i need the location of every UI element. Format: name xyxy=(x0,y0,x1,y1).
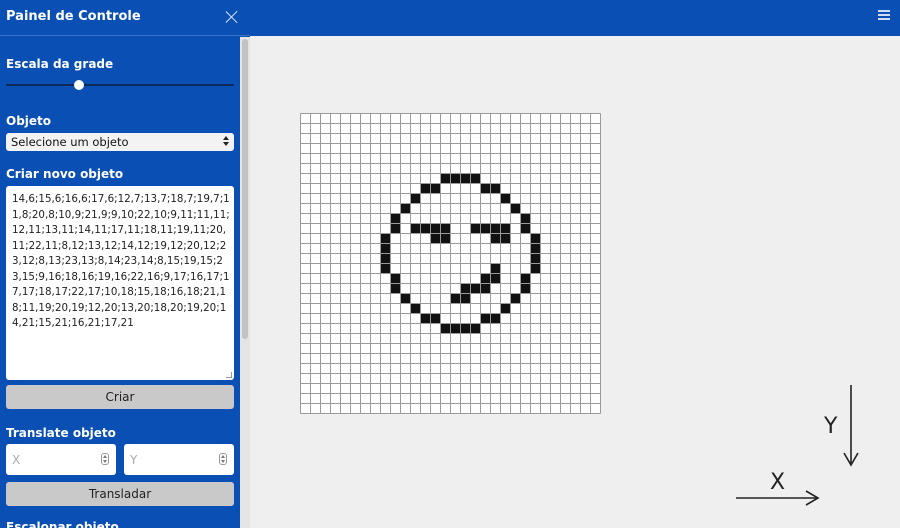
filled-cell xyxy=(390,283,401,294)
grid-scale-label: Escala da grade xyxy=(6,57,114,71)
filled-cell xyxy=(380,253,391,264)
object-label: Objeto xyxy=(6,114,52,128)
translate-button[interactable]: Transladar xyxy=(6,482,234,506)
translate-y-placeholder: Y xyxy=(130,453,138,467)
filled-cell xyxy=(410,303,421,314)
slider-thumb[interactable] xyxy=(73,80,84,90)
filled-cell xyxy=(450,323,461,334)
filled-cell xyxy=(530,253,541,264)
panel-header: Painel de Controle xyxy=(0,0,250,36)
filled-cell xyxy=(530,263,541,274)
filled-cell xyxy=(520,273,531,284)
filled-cell xyxy=(440,323,451,334)
filled-cell xyxy=(470,223,481,234)
filled-cell xyxy=(390,273,401,284)
translate-y-input[interactable]: Y xyxy=(124,444,234,475)
filled-cell xyxy=(480,183,491,194)
filled-cell xyxy=(460,293,471,304)
filled-cell xyxy=(470,173,481,184)
filled-cell xyxy=(450,173,461,184)
filled-cell xyxy=(430,233,441,244)
filled-cell xyxy=(520,213,531,224)
filled-cell xyxy=(430,313,441,324)
grid-scale-slider[interactable] xyxy=(6,78,234,92)
filled-cell xyxy=(480,313,491,324)
filled-cell xyxy=(490,273,501,284)
filled-cell xyxy=(430,223,441,234)
filled-cell xyxy=(450,293,461,304)
filled-cell xyxy=(440,233,451,244)
filled-cell xyxy=(420,223,431,234)
filled-cell xyxy=(390,223,401,234)
filled-cell xyxy=(430,183,441,194)
filled-cell xyxy=(460,323,471,334)
filled-cell xyxy=(490,183,501,194)
filled-cell xyxy=(490,313,501,324)
filled-cell xyxy=(390,213,401,224)
create-object-text: 14,6;15,6;16,6;17,6;12,7;13,7;18,7;19,7;… xyxy=(12,193,230,329)
spinner-icon[interactable] xyxy=(101,453,109,465)
pixel-grid[interactable] xyxy=(300,113,601,414)
filled-cell xyxy=(480,283,491,294)
filled-cell xyxy=(490,263,501,274)
filled-cell xyxy=(400,293,411,304)
panel-title: Painel de Controle xyxy=(6,9,141,24)
create-button[interactable]: Criar xyxy=(6,385,234,409)
filled-cell xyxy=(400,203,411,214)
spinner-icon[interactable] xyxy=(219,453,227,465)
filled-cell xyxy=(530,233,541,244)
filled-cell xyxy=(500,303,511,314)
filled-cell xyxy=(420,183,431,194)
filled-cell xyxy=(410,193,421,204)
translate-x-placeholder: X xyxy=(12,453,21,467)
menu-icon[interactable] xyxy=(878,10,890,22)
filled-cell xyxy=(380,243,391,254)
translate-x-input[interactable]: X xyxy=(6,444,116,475)
axis-y-label: Y xyxy=(823,414,838,439)
filled-cell xyxy=(480,223,491,234)
filled-cell xyxy=(500,193,511,204)
filled-cell xyxy=(480,273,491,284)
control-panel: Painel de Controle Escala da grade Objet… xyxy=(0,0,250,528)
filled-cell xyxy=(440,173,451,184)
select-arrows-icon xyxy=(223,135,230,147)
filled-cell xyxy=(530,243,541,254)
create-object-textarea[interactable]: 14,6;15,6;16,6;17,6;12,7;13,7;18,7;19,7;… xyxy=(6,186,234,380)
translate-label: Translate objeto xyxy=(6,426,116,440)
scale-object-label: Escalonar objeto xyxy=(6,520,119,528)
filled-cell xyxy=(440,223,451,234)
filled-cell xyxy=(500,233,511,244)
close-icon[interactable] xyxy=(225,10,239,24)
filled-cell xyxy=(510,293,521,304)
panel-scrollbar[interactable] xyxy=(240,37,250,528)
filled-cell xyxy=(420,313,431,324)
filled-cell xyxy=(380,263,391,274)
top-bar xyxy=(250,0,900,36)
filled-cell xyxy=(470,323,481,334)
filled-cell xyxy=(470,283,481,294)
axis-x-label: X xyxy=(770,470,785,495)
axis-indicator: Y X xyxy=(736,385,859,506)
filled-cell xyxy=(490,233,501,244)
filled-cell xyxy=(380,233,391,244)
filled-cell xyxy=(460,173,471,184)
filled-cell xyxy=(410,223,421,234)
filled-cell xyxy=(460,283,471,294)
slider-track xyxy=(6,84,234,86)
create-object-label: Criar novo objeto xyxy=(6,167,124,181)
filled-cell xyxy=(520,223,531,234)
scrollbar-thumb[interactable] xyxy=(242,39,248,339)
filled-cell xyxy=(490,223,501,234)
filled-cell xyxy=(500,223,511,234)
object-select[interactable]: Selecione um objeto xyxy=(6,133,234,151)
filled-cell xyxy=(510,203,521,214)
filled-cell xyxy=(520,283,531,294)
resize-grip-icon[interactable] xyxy=(226,372,232,378)
object-select-value: Selecione um objeto xyxy=(11,135,129,149)
